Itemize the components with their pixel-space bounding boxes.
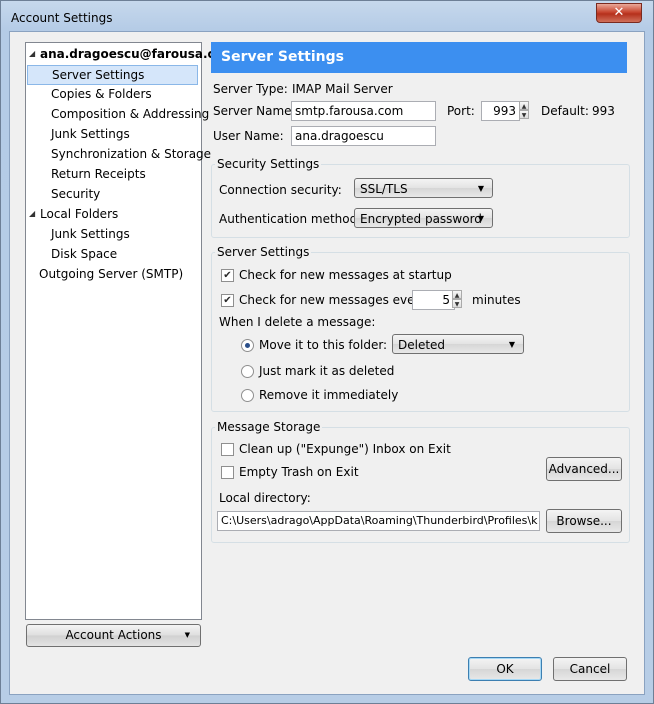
tree-item-local-junk-settings[interactable]: Junk Settings — [26, 224, 199, 244]
connection-security-select[interactable]: SSL/TLS ▼ — [354, 178, 493, 198]
check-every-label: Check for new messages every — [239, 293, 427, 307]
dropdown-arrow-icon: ▼ — [477, 214, 484, 223]
empty-trash-label: Empty Trash on Exit — [239, 465, 359, 479]
tree-item-composition[interactable]: Composition & Addressing — [26, 104, 209, 124]
connection-security-label: Connection security: — [219, 183, 342, 197]
window-title: Account Settings — [11, 11, 113, 25]
tree-item-outgoing-server[interactable]: Outgoing Server (SMTP) — [26, 264, 199, 284]
title-bar[interactable]: Account Settings ✕ — [1, 1, 653, 35]
expanded-triangle-icon[interactable]: ◢ — [29, 204, 35, 224]
advanced-button[interactable]: Advanced... — [546, 457, 622, 481]
ok-button[interactable]: OK — [468, 657, 542, 681]
authentication-method-label: Authentication method: — [219, 212, 362, 226]
tree-item-account[interactable]: ◢ ana.dragoescu@farousa.com — [26, 44, 235, 64]
local-directory-label: Local directory: — [219, 491, 311, 505]
account-tree: ◢ ana.dragoescu@farousa.com Server Setti… — [25, 42, 235, 620]
tree-item-label: ana.dragoescu@farousa.com — [40, 47, 236, 61]
tree-item-junk-settings[interactable]: Junk Settings — [26, 124, 199, 144]
expanded-triangle-icon[interactable]: ◢ — [29, 44, 35, 64]
tree-item-label: Return Receipts — [51, 167, 146, 181]
tree-item-local-folders[interactable]: ◢ Local Folders — [26, 204, 199, 224]
server-type-value: IMAP Mail Server — [292, 82, 393, 96]
spin-down-icon[interactable]: ▼ — [519, 110, 529, 119]
spin-up-icon[interactable]: ▲ — [519, 101, 529, 110]
tree-item-label: Local Folders — [40, 207, 119, 221]
close-icon: ✕ — [613, 5, 625, 20]
browse-button[interactable]: Browse... — [546, 509, 622, 533]
cleanup-inbox-label: Clean up ("Expunge") Inbox on Exit — [239, 442, 451, 456]
server-type-label: Server Type: — [213, 82, 288, 96]
server-settings-title: Server Settings — [215, 245, 312, 259]
remove-immediately-label: Remove it immediately — [259, 388, 399, 402]
tree-item-label: Server Settings — [52, 68, 145, 82]
cancel-button[interactable]: Cancel — [553, 657, 627, 681]
cleanup-inbox-checkbox[interactable] — [221, 443, 234, 456]
mark-deleted-radio[interactable] — [241, 365, 254, 378]
tree-item-return-receipts[interactable]: Return Receipts — [26, 164, 199, 184]
move-to-folder-radio[interactable] — [241, 339, 254, 352]
move-to-folder-label: Move it to this folder: — [259, 338, 388, 352]
authentication-method-select[interactable]: Encrypted password ▼ — [354, 208, 493, 228]
remove-immediately-radio[interactable] — [241, 389, 254, 402]
tree-item-label: Composition & Addressing — [51, 107, 210, 121]
minutes-label: minutes — [472, 293, 521, 307]
tree-item-label: Copies & Folders — [51, 87, 152, 101]
panel-header: Server Settings — [211, 42, 627, 73]
tree-item-disk-space[interactable]: Disk Space — [26, 244, 199, 264]
checkmark-icon: ✔ — [223, 270, 232, 281]
default-port-label: Default: — [541, 104, 589, 118]
user-name-label: User Name: — [213, 129, 284, 143]
deleted-folder-value: Deleted — [398, 338, 446, 352]
local-directory-input[interactable]: C:\Users\adrago\AppData\Roaming\Thunderb… — [217, 511, 540, 531]
authentication-method-value: Encrypted password — [360, 212, 482, 226]
dropdown-arrow-icon: ▼ — [184, 631, 190, 639]
dialog-client: ◢ ana.dragoescu@farousa.com Server Setti… — [9, 31, 645, 695]
tree-item-copies-folders[interactable]: Copies & Folders — [26, 84, 199, 104]
security-settings-title: Security Settings — [215, 157, 322, 171]
radio-selected-dot — [245, 343, 250, 348]
account-actions-label: Account Actions — [65, 628, 162, 642]
close-button[interactable]: ✕ — [596, 3, 642, 23]
connection-security-value: SSL/TLS — [360, 182, 408, 196]
tree-item-label: Synchronization & Storage — [51, 147, 212, 161]
server-name-input[interactable]: smtp.farousa.com — [291, 101, 436, 121]
tree-item-label: Junk Settings — [51, 127, 130, 141]
dropdown-arrow-icon: ▼ — [508, 340, 515, 349]
default-port-value: 993 — [592, 104, 615, 118]
check-startup-checkbox[interactable]: ✔ — [221, 269, 234, 282]
tree-item-server-settings[interactable]: Server Settings — [27, 65, 198, 85]
tree-item-security[interactable]: Security — [26, 184, 199, 204]
check-every-checkbox[interactable]: ✔ — [221, 294, 234, 307]
check-interval-spinner[interactable]: ▲ ▼ — [452, 290, 462, 310]
tree-item-label: Outgoing Server (SMTP) — [39, 267, 184, 281]
server-name-label: Server Name: — [213, 104, 296, 118]
tree-item-label: Disk Space — [51, 247, 118, 261]
check-interval-input[interactable]: 5 — [412, 290, 455, 310]
spin-down-icon[interactable]: ▼ — [452, 299, 462, 308]
tree-item-synchronization[interactable]: Synchronization & Storage — [26, 144, 211, 164]
tree-item-label: Junk Settings — [51, 227, 130, 241]
when-delete-label: When I delete a message: — [219, 315, 376, 329]
empty-trash-checkbox[interactable] — [221, 466, 234, 479]
spin-up-icon[interactable]: ▲ — [452, 290, 462, 299]
account-settings-window: Account Settings ✕ ◢ ana.dragoescu@farou… — [0, 0, 654, 704]
dropdown-arrow-icon: ▼ — [477, 184, 484, 193]
message-storage-title: Message Storage — [215, 420, 323, 434]
mark-deleted-label: Just mark it as deleted — [259, 364, 395, 378]
checkmark-icon: ✔ — [223, 295, 232, 306]
tree-item-label: Security — [51, 187, 101, 201]
port-spinner[interactable]: ▲ ▼ — [519, 101, 529, 121]
deleted-folder-select[interactable]: Deleted ▼ — [392, 334, 524, 354]
account-actions-button[interactable]: Account Actions ▼ — [26, 624, 201, 647]
user-name-input[interactable]: ana.dragoescu — [291, 126, 436, 146]
check-startup-label: Check for new messages at startup — [239, 268, 452, 282]
port-input[interactable]: 993 — [481, 101, 520, 121]
port-label: Port: — [447, 104, 475, 118]
